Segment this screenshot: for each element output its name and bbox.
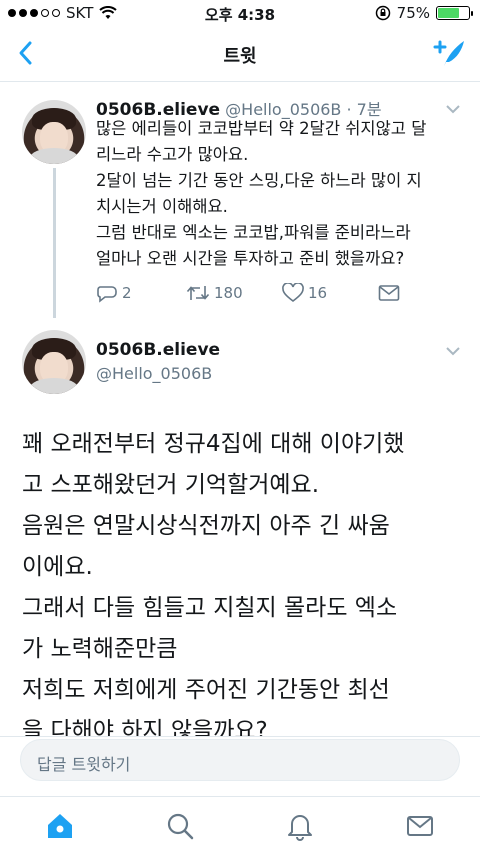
like-count: 16: [308, 284, 328, 302]
reply-action[interactable]: 2: [96, 283, 186, 303]
author-name[interactable]: 0506B.elieve: [96, 340, 220, 360]
retweet-icon: [186, 286, 210, 300]
parent-tweet-text: 많은 에리들이 코코밥부터 약 2달간 쉬지않고 달 리느라 수고가 많아요. …: [96, 119, 427, 268]
like-action[interactable]: 16: [282, 283, 378, 303]
avatar[interactable]: [22, 330, 86, 394]
compose-feather-icon[interactable]: [432, 38, 466, 70]
reply-bar: 답글 트윗하기: [0, 736, 480, 782]
page-title: 트윗: [223, 46, 257, 67]
battery-percent: 75%: [396, 4, 430, 22]
battery-fill: [438, 8, 459, 18]
tab-bar: [0, 796, 480, 854]
search-icon: [167, 813, 194, 839]
dm-action[interactable]: [378, 284, 400, 302]
reply-count: 2: [122, 284, 132, 302]
tweet-actions: 2 180 16: [96, 282, 416, 304]
tab-notifications[interactable]: [283, 809, 317, 843]
tab-messages[interactable]: [403, 809, 437, 843]
main-tweet-text: 꽤 오래전부터 정규4집에 대해 이야기했 고 스포해왔던거 기억할거예요. 음…: [22, 431, 405, 744]
orientation-lock-icon: [375, 5, 390, 21]
heart-icon: [282, 283, 304, 303]
reply-icon: [97, 286, 117, 303]
status-right: 75%: [375, 4, 473, 22]
tab-search[interactable]: [163, 809, 197, 843]
home-icon: [48, 813, 72, 838]
nav-bar: 트윗: [0, 28, 480, 82]
messages-icon: [407, 815, 433, 836]
envelope-icon: [378, 285, 400, 301]
chevron-down-icon[interactable]: [445, 346, 461, 356]
battery-icon: [436, 6, 473, 20]
retweet-action[interactable]: 180: [186, 284, 282, 302]
retweet-count: 180: [214, 284, 243, 302]
avatar[interactable]: [22, 100, 86, 164]
notifications-icon: [288, 814, 312, 841]
status-bar: SKT 오후 4:38 75%: [0, 0, 480, 28]
author-handle[interactable]: @Hello_0506B: [96, 364, 212, 383]
thread-line: [53, 168, 56, 318]
chevron-down-icon[interactable]: [445, 104, 461, 114]
reply-input[interactable]: 답글 트윗하기: [20, 739, 460, 781]
tab-home[interactable]: [43, 809, 77, 843]
